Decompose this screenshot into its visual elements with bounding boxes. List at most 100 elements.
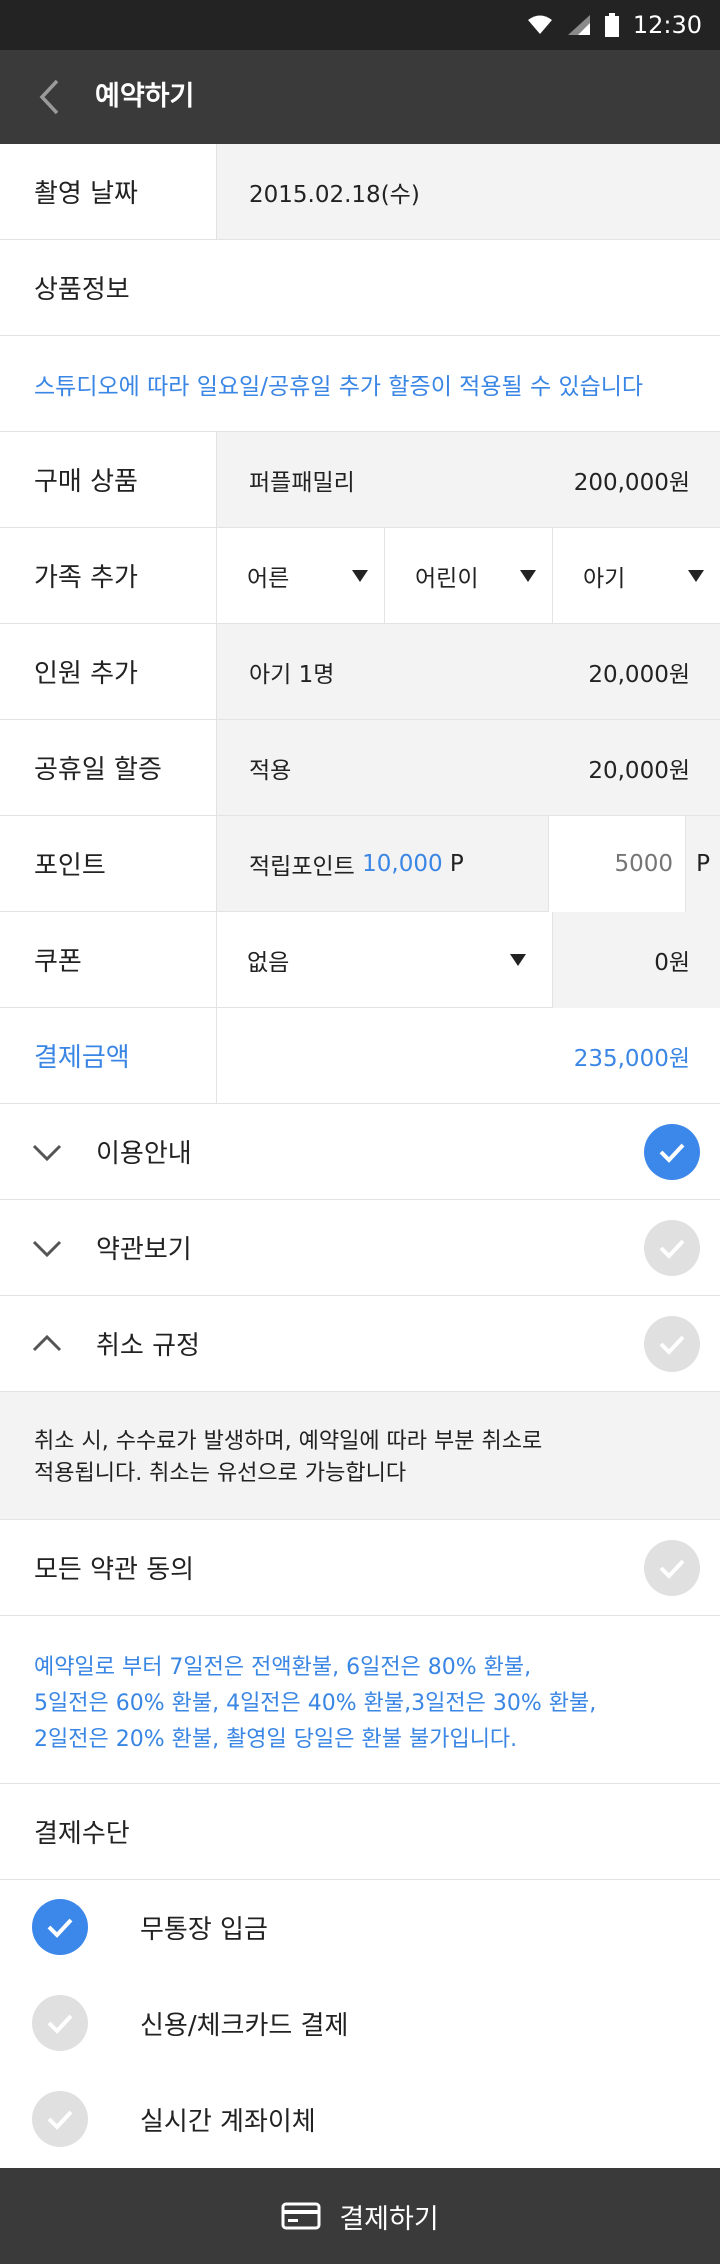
surcharge-notice: 스튜디오에 따라 일요일/공휴일 추가 할증이 적용될 수 있습니다 — [0, 336, 720, 432]
coupon-row: 쿠폰 없음 0원 — [0, 912, 720, 1008]
person-add-value: 아기 1명 — [249, 661, 335, 688]
points-accum-value: 10,000 — [362, 850, 443, 877]
check-icon — [47, 2014, 73, 2034]
points-accum-label: 적립포인트 — [249, 853, 355, 880]
check-icon — [47, 1918, 73, 1938]
holiday-row: 공휴일 할증 적용 20,000원 — [0, 720, 720, 816]
coupon-value-cell: 0원 — [552, 912, 720, 1008]
shoot-date-row: 촬영 날짜 2015.02.18(수) — [0, 144, 720, 240]
refund-policy-line: 2일전은 20% 환불, 촬영일 당일은 환불 불가입니다. — [34, 1727, 518, 1752]
refund-policy-text: 예약일로 부터 7일전은 전액환불, 6일전은 80% 환불, 5일전은 60%… — [0, 1616, 720, 1784]
cancel-policy-check[interactable] — [644, 1316, 700, 1372]
accordion-label: 약관보기 — [96, 1235, 192, 1265]
payment-method-label: 결제수단 — [34, 1819, 130, 1849]
coupon-select[interactable]: 없음 — [216, 912, 552, 1007]
points-row: 포인트 적립포인트 10,000 P P — [0, 816, 720, 912]
cancel-policy-text: 취소 시, 수수료가 발생하며, 예약일에 따라 부분 취소로 적용됩니다. 취… — [0, 1392, 720, 1520]
app-bar: 예약하기 — [0, 50, 720, 144]
coupon-value: 0원 — [654, 950, 690, 976]
purchase-label: 구매 상품 — [34, 467, 138, 497]
payment-option-card[interactable]: 신용/체크카드 결제 — [0, 1976, 720, 2070]
points-accum: 적립포인트 10,000 P — [249, 816, 464, 911]
accordion-terms[interactable]: 약관보기 — [0, 1200, 720, 1296]
family-add-row: 가족 추가 어른 어린이 아기 — [0, 528, 720, 624]
holiday-label: 공휴일 할증 — [34, 755, 162, 785]
total-value: 235,000원 — [573, 1045, 690, 1072]
accordion-usage-guide[interactable]: 이용안내 — [0, 1104, 720, 1200]
cancel-policy-line: 취소 시, 수수료가 발생하며, 예약일에 따라 부분 취소로 — [34, 1429, 543, 1454]
child-select[interactable]: 어린이 — [384, 528, 552, 623]
coupon-select-label: 없음 — [247, 949, 290, 976]
purchase-name: 퍼플패밀리 — [249, 469, 355, 496]
shoot-date-value: 2015.02.18(수) — [249, 181, 420, 208]
purchase-price: 200,000원 — [573, 469, 690, 496]
holiday-value: 적용 — [249, 757, 292, 784]
chevron-up-icon — [32, 1334, 62, 1351]
person-add-label: 인원 추가 — [34, 659, 138, 689]
page-title: 예약하기 — [95, 81, 195, 112]
accordion-label: 취소 규정 — [96, 1331, 200, 1361]
accordion-cancel-policy[interactable]: 취소 규정 — [0, 1296, 720, 1392]
wifi-icon — [527, 15, 552, 34]
agree-all-label: 모든 약관 동의 — [34, 1555, 195, 1585]
person-add-row: 인원 추가 아기 1명 20,000원 — [0, 624, 720, 720]
radio-check[interactable] — [32, 1899, 88, 1955]
points-input-unit: P — [686, 816, 720, 912]
purchase-row: 구매 상품 퍼플패밀리 200,000원 — [0, 432, 720, 528]
accordion-label: 이용안내 — [96, 1139, 192, 1169]
total-cell: 235,000원 — [216, 1008, 720, 1103]
total-row: 결제금액 235,000원 — [0, 1008, 720, 1104]
shoot-date-label: 촬영 날짜 — [34, 179, 138, 209]
agree-all-check[interactable] — [644, 1540, 700, 1596]
chevron-down-icon — [32, 1240, 62, 1257]
coupon-label: 쿠폰 — [34, 947, 82, 977]
pay-button-label: 결제하기 — [339, 2203, 439, 2235]
payment-option-label: 실시간 계좌이체 — [140, 2106, 316, 2137]
credit-card-icon — [281, 2202, 321, 2230]
check-icon — [659, 1335, 685, 1355]
status-bar: 12:30 — [0, 0, 720, 50]
adult-select-label: 어른 — [247, 565, 290, 592]
points-input-wrap — [548, 816, 686, 912]
check-icon — [47, 2110, 73, 2130]
person-add-price: 20,000원 — [588, 661, 690, 688]
family-add-label: 가족 추가 — [34, 563, 138, 593]
usage-guide-check[interactable] — [644, 1124, 700, 1180]
radio-check[interactable] — [32, 2091, 88, 2147]
dropdown-arrow-icon — [510, 953, 526, 966]
radio-check[interactable] — [32, 1995, 88, 2051]
baby-select[interactable]: 아기 — [552, 528, 720, 623]
payment-method-row: 결제수단 — [0, 1784, 720, 1880]
dropdown-arrow-icon — [352, 569, 368, 582]
check-icon — [659, 1239, 685, 1259]
shoot-date-cell: 2015.02.18(수) — [216, 144, 720, 239]
payment-option-label: 무통장 입금 — [140, 1914, 268, 1945]
holiday-cell: 적용 20,000원 — [216, 720, 720, 815]
surcharge-notice-text: 스튜디오에 따라 일요일/공휴일 추가 할증이 적용될 수 있습니다 — [34, 373, 644, 400]
cancel-policy-line: 적용됩니다. 취소는 유선으로 가능합니다 — [34, 1461, 407, 1486]
pay-button[interactable]: 결제하기 — [0, 2168, 720, 2264]
back-button[interactable] — [24, 72, 74, 122]
points-input[interactable] — [549, 816, 685, 912]
payment-option-label: 신용/체크카드 결제 — [140, 2010, 349, 2041]
purchase-cell: 퍼플패밀리 200,000원 — [216, 432, 720, 527]
person-add-cell: 아기 1명 20,000원 — [216, 624, 720, 719]
adult-select[interactable]: 어른 — [216, 528, 384, 623]
child-select-label: 어린이 — [415, 565, 479, 592]
refund-policy-line: 예약일로 부터 7일전은 전액환불, 6일전은 80% 환불, — [34, 1655, 532, 1680]
signal-icon — [567, 15, 590, 35]
dropdown-arrow-icon — [520, 569, 536, 582]
total-label: 결제금액 — [34, 1043, 130, 1073]
check-icon — [659, 1143, 685, 1163]
chevron-down-icon — [32, 1144, 62, 1161]
payment-option-realtime-transfer[interactable]: 실시간 계좌이체 — [0, 2072, 720, 2166]
check-icon — [659, 1559, 685, 1579]
agree-all-row[interactable]: 모든 약관 동의 — [0, 1520, 720, 1616]
terms-check[interactable] — [644, 1220, 700, 1276]
product-info-row: 상품정보 — [0, 240, 720, 336]
points-accum-unit: P — [449, 850, 464, 877]
baby-select-label: 아기 — [583, 565, 626, 592]
chevron-left-icon — [39, 79, 59, 115]
payment-option-bank-transfer[interactable]: 무통장 입금 — [0, 1880, 720, 1974]
battery-icon — [604, 13, 619, 37]
